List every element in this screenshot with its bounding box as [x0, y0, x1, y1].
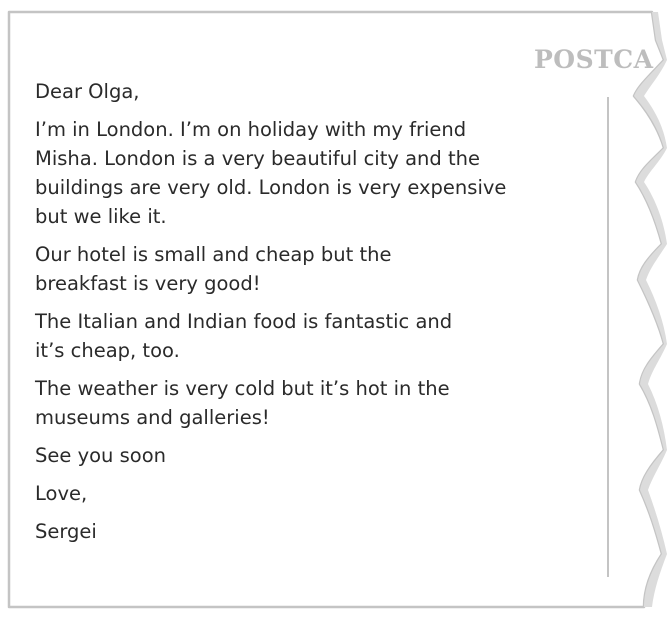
paragraph-food: The Italian and Indian food is fantastic… [35, 307, 565, 365]
letter-line: Misha. London is a very beautiful city a… [35, 147, 480, 170]
postcard: POSTCA Dear Olga, I’m in London. I’m on … [0, 0, 668, 619]
letter-line: buildings are very old. London is very e… [35, 176, 507, 199]
letter-line: I’m in London. I’m on holiday with my fr… [35, 118, 467, 141]
letter-body: Dear Olga, I’m in London. I’m on holiday… [35, 77, 565, 546]
signoff: Love, [35, 482, 88, 505]
letter-line: Our hotel is small and cheap but the [35, 243, 392, 266]
salutation: Dear Olga, [35, 80, 140, 103]
letter-line: breakfast is very good! [35, 272, 261, 295]
letter-line: The weather is very cold but it’s hot in… [35, 377, 450, 400]
paragraph-weather: The weather is very cold but it’s hot in… [35, 374, 565, 432]
letter-line: museums and galleries! [35, 406, 270, 429]
letter-line: but we like it. [35, 205, 167, 228]
letter-line: it’s cheap, too. [35, 339, 180, 362]
signature: Sergei [35, 520, 97, 543]
closing: See you soon [35, 444, 166, 467]
letter-line: The Italian and Indian food is fantastic… [35, 310, 453, 333]
postcard-heading: POSTCA [534, 45, 654, 74]
paragraph-hotel: Our hotel is small and cheap but the bre… [35, 240, 565, 298]
address-divider [607, 97, 609, 577]
paragraph-london: I’m in London. I’m on holiday with my fr… [35, 115, 565, 231]
